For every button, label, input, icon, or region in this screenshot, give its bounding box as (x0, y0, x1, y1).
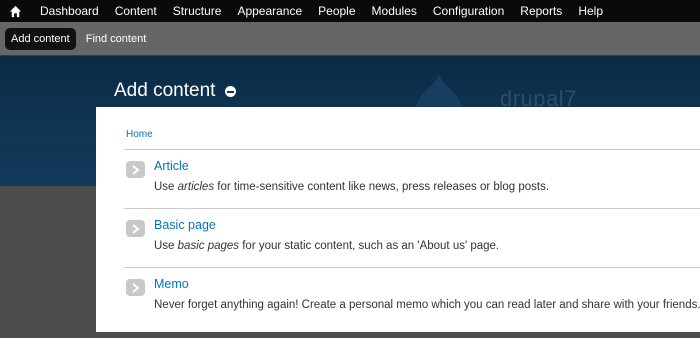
menu-item-configuration[interactable]: Configuration (425, 0, 512, 22)
page-title: Add content (114, 80, 216, 101)
arrow-right-icon[interactable] (126, 220, 145, 237)
home-icon[interactable] (0, 0, 30, 22)
content-type-title[interactable]: Basic page (154, 218, 216, 232)
menu-item-modules[interactable]: Modules (364, 0, 425, 22)
menu-item-content[interactable]: Content (107, 0, 165, 22)
shortcut-find-content[interactable]: Find content (80, 28, 153, 50)
menu-item-people[interactable]: People (310, 0, 363, 22)
minus-circle-icon[interactable] (225, 86, 236, 97)
menu-item-help[interactable]: Help (570, 0, 611, 22)
breadcrumb-home[interactable]: Home (126, 129, 153, 140)
content-type-title[interactable]: Article (154, 159, 189, 173)
divider (124, 149, 700, 150)
menu-item-dashboard[interactable]: Dashboard (32, 0, 107, 22)
menu-item-structure[interactable]: Structure (165, 0, 230, 22)
content-type-description: Use basic pages for your static content,… (154, 240, 500, 252)
admin-toolbar: Dashboard Content Structure Appearance P… (0, 0, 700, 22)
admin-menu: Dashboard Content Structure Appearance P… (32, 0, 611, 22)
content-type-description: Never forget anything again! Create a pe… (154, 299, 700, 311)
shortcut-add-content[interactable]: Add content (5, 27, 76, 50)
divider (124, 208, 700, 209)
content-type-description: Use articles for time-sensitive content … (154, 181, 550, 193)
content-type-title[interactable]: Memo (154, 277, 189, 291)
menu-item-reports[interactable]: Reports (512, 0, 570, 22)
divider (124, 267, 700, 268)
arrow-right-icon[interactable] (126, 161, 145, 178)
shortcuts-bar: Add content Find content (0, 22, 700, 56)
arrow-right-icon[interactable] (126, 279, 145, 296)
menu-item-appearance[interactable]: Appearance (229, 0, 310, 22)
content-panel: Home Article Use articles for time-sensi… (96, 107, 700, 332)
